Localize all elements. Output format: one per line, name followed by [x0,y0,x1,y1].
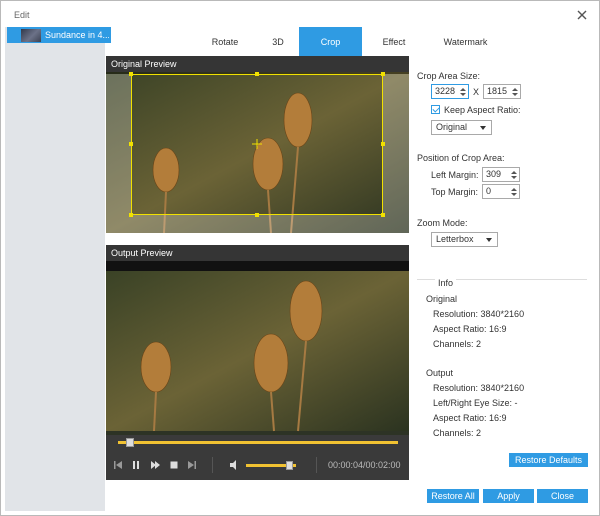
tab-crop[interactable]: Crop [299,27,362,56]
crop-size-separator: X [473,87,480,97]
top-margin-value: 0 [486,186,492,196]
output-preview [106,261,409,435]
restore-all-button[interactable]: Restore All [427,489,479,503]
original-channels: Channels: 2 [433,339,482,349]
seek-handle[interactable] [126,438,135,447]
original-preview [106,72,409,233]
tab-bar: Rotate 3D Crop Effect Watermark [105,27,591,56]
output-heading: Output [426,368,454,378]
restore-defaults-button[interactable]: Restore Defaults [509,453,588,467]
tab-watermark[interactable]: Watermark [428,27,503,56]
original-preview-image [106,72,409,233]
file-list: Sundance in 4... [5,27,111,511]
fast-forward-icon[interactable] [149,459,161,471]
crop-width-value: 3228 [435,86,456,96]
original-preview-header: Original Preview [106,56,409,72]
seek-bar[interactable] [106,435,409,451]
spinner-arrows-icon[interactable] [511,187,517,197]
crop-settings-panel: Crop Area Size: 3228 X 1815 Keep Aspect … [409,56,591,483]
player-controls: 00:00:04/00:02:00 [106,451,409,480]
crop-height-input[interactable]: 1815 [483,84,521,99]
left-margin-label: Left Margin: [431,170,479,180]
keep-aspect-label: Keep Aspect Ratio: [444,105,521,115]
spinner-arrows-icon[interactable] [512,87,518,97]
playback-time: 00:00:04/00:02:00 [328,460,401,470]
apply-button[interactable]: Apply [483,489,534,503]
zoom-mode-label: Zoom Mode: [417,218,468,228]
output-preview-header: Output Preview [106,245,409,261]
left-margin-input[interactable]: 309 [482,167,520,182]
title-bar: Edit [1,1,599,27]
output-resolution: Resolution: 3840*2160 [433,383,525,393]
top-margin-label: Top Margin: [431,187,479,197]
dialog-footer: Restore All Apply Close [105,483,591,511]
zoom-mode-value: Letterbox [436,234,474,244]
crop-position-label: Position of Crop Area: [417,153,505,163]
close-icon[interactable] [575,8,589,22]
aspect-ratio-select[interactable]: Original [431,120,492,135]
edit-dialog: Edit Sundance in 4... Rotate 3D Crop Eff… [0,0,600,516]
chevron-down-icon [486,238,492,242]
tab-effect[interactable]: Effect [364,27,424,56]
stop-icon[interactable] [168,459,180,471]
skip-forward-icon[interactable] [186,459,198,471]
output-eye-size: Left/Right Eye Size: - [433,398,518,408]
seek-track [118,441,398,444]
close-button[interactable]: Close [537,489,588,503]
top-margin-input[interactable]: 0 [482,184,520,199]
tab-3d[interactable]: 3D [250,27,306,56]
skip-back-icon[interactable] [112,459,124,471]
aspect-ratio-value: Original [436,122,468,132]
original-aspect-ratio: Aspect Ratio: 16:9 [433,324,507,334]
crop-area-size-label: Crop Area Size: [417,71,481,81]
left-margin-value: 309 [486,169,502,179]
file-name: Sundance in 4... [45,30,109,40]
controls-divider [316,457,317,473]
crop-width-input[interactable]: 3228 [431,84,469,99]
volume-icon[interactable] [228,459,240,471]
window-title: Edit [14,10,30,20]
crop-height-value: 1815 [487,86,508,96]
chevron-down-icon [480,126,486,130]
file-list-item[interactable]: Sundance in 4... [7,27,111,43]
spinner-arrows-icon[interactable] [511,170,517,180]
controls-divider [212,457,213,473]
info-heading: Info [435,278,457,288]
tab-rotate[interactable]: Rotate [197,27,253,56]
original-heading: Original [426,294,458,304]
spinner-arrows-icon[interactable] [460,87,466,97]
output-preview-image [106,261,409,432]
output-aspect-ratio: Aspect Ratio: 16:9 [433,413,507,423]
volume-handle[interactable] [285,461,293,470]
pause-icon[interactable] [130,459,142,471]
video-thumbnail [21,28,41,42]
original-resolution: Resolution: 3840*2160 [433,309,525,319]
output-channels: Channels: 2 [433,428,482,438]
keep-aspect-checkbox[interactable] [431,105,440,114]
zoom-mode-select[interactable]: Letterbox [431,232,498,247]
